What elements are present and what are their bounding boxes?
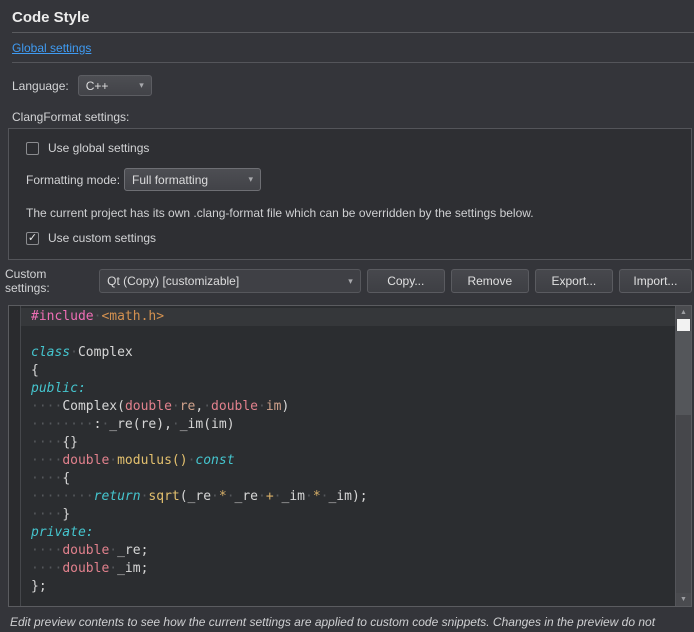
formatting-mode-value: Full formatting (132, 173, 208, 187)
use-global-settings-checkbox[interactable] (26, 142, 39, 155)
code-style-settings-page: Code Style Global settings Language: C++… (0, 0, 694, 632)
language-select[interactable]: C++ ▾ (78, 75, 152, 96)
export-button[interactable]: Export... (535, 269, 613, 293)
code-line[interactable]: ········:·_re(re),·_im(im) (21, 416, 691, 434)
code-line[interactable]: #include·<math.h> (21, 308, 691, 326)
use-custom-settings-label: Use custom settings (48, 231, 156, 245)
import-button[interactable]: Import... (619, 269, 692, 293)
link-divider (12, 62, 694, 63)
remove-button[interactable]: Remove (451, 269, 529, 293)
language-label: Language: (12, 79, 69, 93)
code-line[interactable]: ····{ (21, 470, 691, 488)
global-settings-link[interactable]: Global settings (12, 41, 91, 55)
code-line[interactable]: ····} (21, 506, 691, 524)
code-line[interactable] (21, 326, 691, 344)
checkmark-icon: ✓ (28, 233, 37, 244)
language-value: C++ (86, 79, 109, 93)
copy-button[interactable]: Copy... (367, 269, 445, 293)
formatting-mode-select[interactable]: Full formatting ▾ (124, 168, 261, 191)
code-preview-editor[interactable]: #include·<math.h> class·Complex{public:·… (8, 305, 692, 607)
clangformat-groupbox: Use global settings Formatting mode: Ful… (8, 128, 692, 260)
custom-settings-label: Custom settings: (5, 267, 92, 295)
editor-gutter (9, 306, 21, 606)
code-line[interactable]: ········return·sqrt(_re·*·_re·+·_im·*·_i… (21, 488, 691, 506)
code-line[interactable]: ····double·_im; (21, 560, 691, 578)
scrollbar-handle[interactable] (676, 331, 691, 415)
chevron-down-icon: ▾ (249, 175, 254, 184)
preview-hint-text: Edit preview contents to see how the cur… (10, 615, 680, 632)
formatting-mode-label: Formatting mode: (26, 173, 120, 187)
scroll-down-icon[interactable]: ▼ (676, 593, 691, 606)
scroll-up-icon[interactable]: ▲ (676, 306, 691, 319)
custom-settings-value: Qt (Copy) [customizable] (107, 274, 239, 288)
code-line[interactable]: class·Complex (21, 344, 691, 362)
code-line[interactable]: }; (21, 578, 691, 596)
scrollbar-cursor-marker (677, 319, 690, 331)
clangformat-group-label: ClangFormat settings: (12, 110, 694, 124)
title-divider (12, 32, 694, 33)
custom-settings-select[interactable]: Qt (Copy) [customizable] ▾ (99, 269, 361, 293)
code-lines[interactable]: #include·<math.h> class·Complex{public:·… (21, 306, 691, 606)
code-line[interactable]: ····double·_re; (21, 542, 691, 560)
code-line[interactable]: ····double·modulus()·const (21, 452, 691, 470)
code-line[interactable]: ····{} (21, 434, 691, 452)
use-global-settings-label: Use global settings (48, 141, 149, 155)
chevron-down-icon: ▾ (139, 81, 144, 90)
page-title: Code Style (12, 9, 694, 26)
use-custom-settings-checkbox[interactable]: ✓ (26, 232, 39, 245)
clang-format-file-note: The current project has its own .clang-f… (26, 206, 681, 220)
chevron-down-icon: ▾ (348, 277, 353, 286)
code-line[interactable]: public: (21, 380, 691, 398)
code-line[interactable]: { (21, 362, 691, 380)
code-line[interactable]: private: (21, 524, 691, 542)
code-line[interactable]: ····Complex(double·re,·double·im) (21, 398, 691, 416)
editor-scrollbar[interactable]: ▲ ▼ (675, 306, 691, 606)
